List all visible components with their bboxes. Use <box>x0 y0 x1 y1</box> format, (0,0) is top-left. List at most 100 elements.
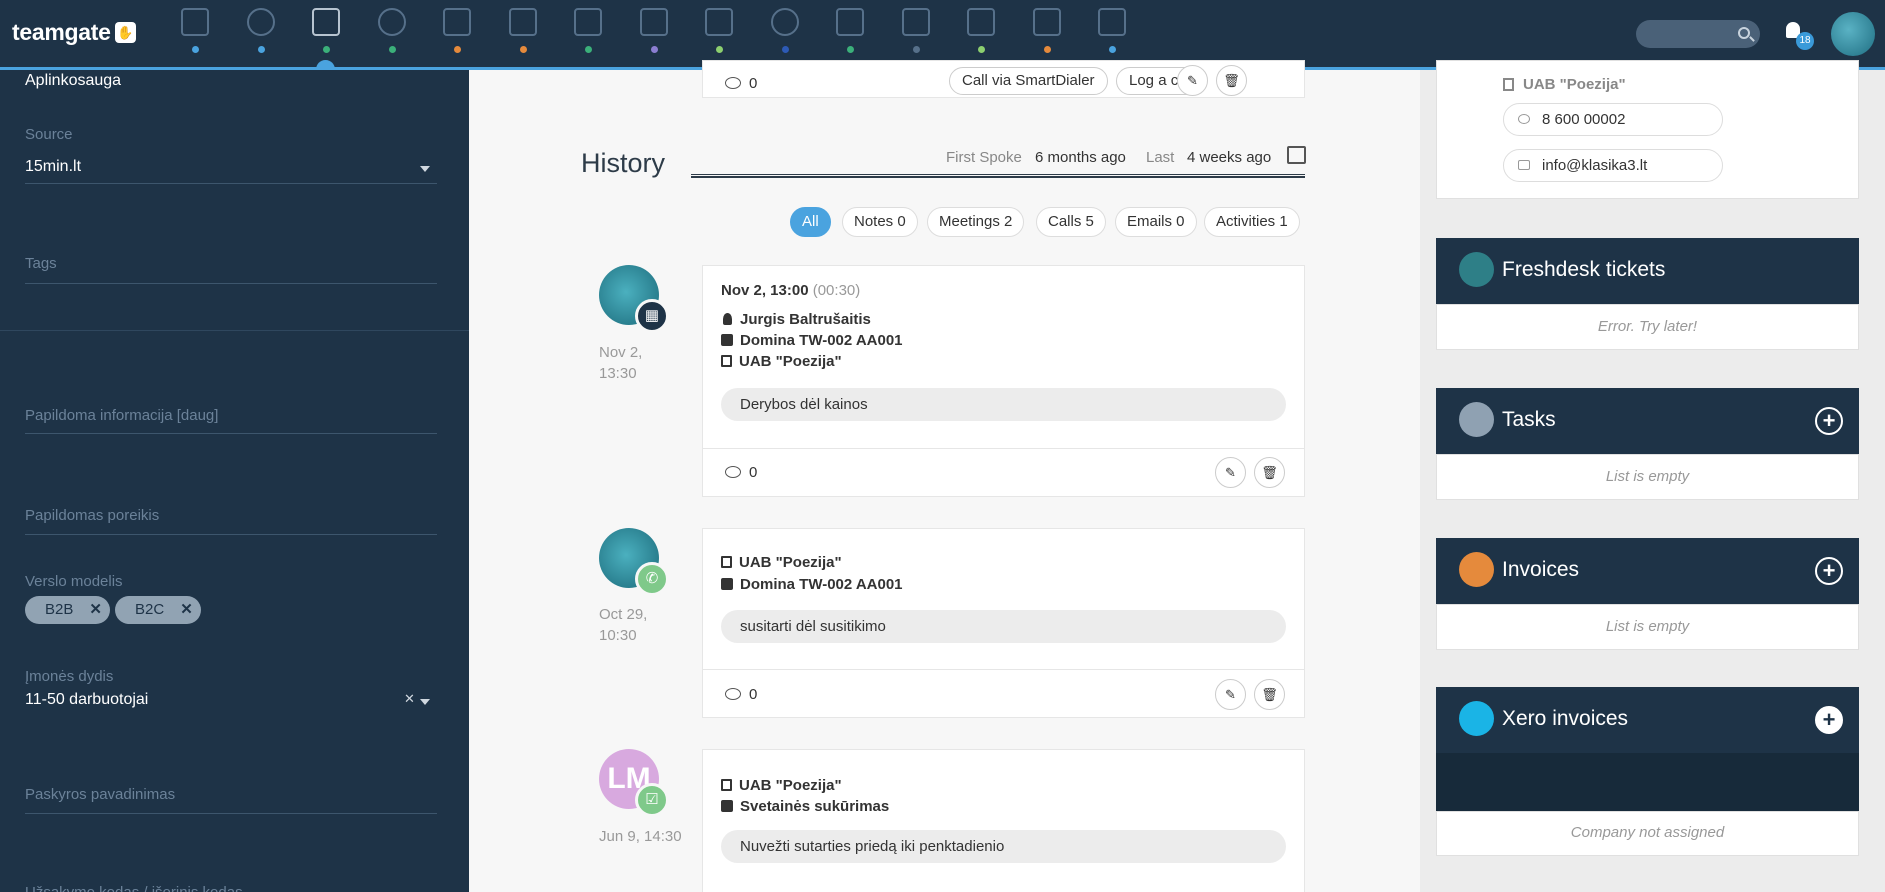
company-size-select[interactable]: 11-50 darbuotojai ✕ <box>25 691 437 713</box>
status-dot <box>585 46 592 53</box>
add-invoice-button[interactable]: + <box>1815 557 1843 585</box>
folder-icon[interactable] <box>1096 8 1128 56</box>
order-code-input[interactable]: Užsakymo kodas / išorinis kodas <box>25 884 243 892</box>
status-dot <box>454 46 461 53</box>
remove-icon[interactable]: ✕ <box>89 596 102 624</box>
download-icon[interactable] <box>638 8 670 56</box>
deals-icon[interactable] <box>441 8 473 56</box>
tab-notes[interactable]: Notes 0 <box>842 207 918 237</box>
deal-link[interactable]: Svetainės sukūrimas <box>721 798 889 815</box>
activity-card-partial: 0 Call via SmartDialer Log a call ✎ 🗑 <box>702 60 1305 98</box>
xero-widget-header: Xero invoices + <box>1436 687 1859 753</box>
company-name: UAB "Poezija" <box>739 353 842 370</box>
person-link[interactable]: Jurgis Baltrušaitis <box>721 311 871 328</box>
nav-glyph <box>378 8 406 36</box>
chat-icon[interactable] <box>572 8 604 56</box>
account-name-input[interactable]: Paskyros pavadinimas <box>25 786 175 803</box>
notification-badge: 18 <box>1796 32 1814 50</box>
status-dot <box>520 46 527 53</box>
call-via-smartdialer-button[interactable]: Call via SmartDialer <box>949 67 1108 95</box>
phone-icon: ✆ <box>635 562 669 596</box>
event-date: Nov 2, 13:30 <box>599 342 642 384</box>
global-search[interactable] <box>1636 20 1760 48</box>
nav-glyph <box>181 8 209 36</box>
main-content: 0 Call via SmartDialer Log a call ✎ 🗑 Hi… <box>469 60 1420 892</box>
status-dot <box>1044 46 1051 53</box>
comments-count[interactable]: 0 <box>725 686 757 703</box>
comments-count[interactable]: 0 <box>725 464 757 481</box>
source-label: Source <box>25 126 73 143</box>
attachment-icon[interactable] <box>703 8 735 56</box>
email-field[interactable]: info@klasika3.lt <box>1503 149 1723 182</box>
divider <box>25 534 437 535</box>
tab-meetings[interactable]: Meetings 2 <box>927 207 1025 237</box>
calendar-icon[interactable] <box>1287 146 1306 164</box>
delete-icon[interactable]: 🗑 <box>1254 679 1285 710</box>
delete-icon[interactable]: 🗑 <box>1216 65 1247 96</box>
tasks-icon <box>1459 402 1494 437</box>
task-card: UAB "Poezija" Svetainės sukūrimas Nuvežt… <box>702 749 1305 892</box>
source-select[interactable]: 15min.lt <box>25 158 437 182</box>
companies-icon[interactable] <box>310 8 342 56</box>
comments-count[interactable]: 0 <box>725 75 757 92</box>
company-link[interactable]: UAB "Poezija" <box>721 554 842 571</box>
divider <box>703 669 1304 670</box>
pie-chart-icon[interactable] <box>769 8 801 56</box>
nav-glyph <box>967 8 995 36</box>
teamgate-logo[interactable]: teamgate ✋ <box>12 19 136 46</box>
tasks-message: List is empty <box>1605 468 1690 485</box>
nav-glyph <box>640 8 668 36</box>
event-date: Jun 9, 14:30 <box>599 826 682 847</box>
user-avatar[interactable] <box>1831 12 1875 56</box>
messages-icon[interactable] <box>834 8 866 56</box>
extra-need-input[interactable]: Papildomas poreikis <box>25 507 159 524</box>
clear-icon[interactable]: ✕ <box>404 691 415 707</box>
chip-label: B2B <box>45 601 74 618</box>
divider <box>25 813 437 814</box>
first-spoke-label: First Spoke <box>946 149 1022 166</box>
meeting-duration: (00:30) <box>812 282 861 299</box>
clip-icon[interactable] <box>965 8 997 56</box>
edit-icon[interactable] <box>900 8 932 56</box>
people-icon[interactable] <box>376 8 408 56</box>
company-link[interactable]: UAB "Poezija" <box>1503 76 1626 93</box>
chip-label: B2C <box>135 601 165 618</box>
invoices-widget-header: Invoices + <box>1436 538 1859 604</box>
checkbox-icon: ☑ <box>635 783 669 817</box>
calendar-icon: ▦ <box>635 299 669 333</box>
status-dot <box>978 46 985 53</box>
tab-all[interactable]: All <box>790 207 831 237</box>
delete-icon[interactable]: 🗑 <box>1254 457 1285 488</box>
calendar-icon[interactable] <box>507 8 539 56</box>
tab-emails[interactable]: Emails 0 <box>1115 207 1197 237</box>
extra-info-input[interactable]: Papildoma informacija [daug] <box>25 407 218 424</box>
invoices-icon[interactable] <box>1031 8 1063 56</box>
status-dot <box>782 46 789 53</box>
add-task-button[interactable]: + <box>1815 407 1843 435</box>
last-value: 4 weeks ago <box>1187 149 1272 166</box>
phone-field[interactable]: 8 600 00002 <box>1503 103 1723 136</box>
nav-glyph <box>705 8 733 36</box>
add-xero-invoice-button[interactable]: + <box>1815 706 1843 734</box>
dashboard-icon[interactable] <box>179 8 211 56</box>
company-link[interactable]: UAB "Poezija" <box>721 777 842 794</box>
freshdesk-message: Error. Try later! <box>1597 318 1698 335</box>
edit-icon[interactable]: ✎ <box>1215 679 1246 710</box>
tab-activities[interactable]: Activities 1 <box>1204 207 1300 237</box>
edit-icon[interactable]: ✎ <box>1215 457 1246 488</box>
company-link[interactable]: UAB "Poezija" <box>721 353 842 370</box>
status-dot <box>192 46 199 53</box>
chip-b2b: B2B ✕ <box>25 596 110 624</box>
edit-icon[interactable]: ✎ <box>1177 65 1208 96</box>
target-icon[interactable] <box>245 8 277 56</box>
status-dot <box>258 46 265 53</box>
comment-icon <box>725 77 741 89</box>
tab-calls[interactable]: Calls 5 <box>1036 207 1106 237</box>
remove-icon[interactable]: ✕ <box>180 596 193 624</box>
event-date: Oct 29, 10:30 <box>599 604 647 646</box>
deal-link[interactable]: Domina TW-002 AA001 <box>721 332 903 349</box>
tasks-widget-header: Tasks + <box>1436 388 1859 454</box>
comment-icon <box>725 466 741 478</box>
deal-link[interactable]: Domina TW-002 AA001 <box>721 576 903 593</box>
tags-input[interactable]: Tags <box>25 255 57 272</box>
